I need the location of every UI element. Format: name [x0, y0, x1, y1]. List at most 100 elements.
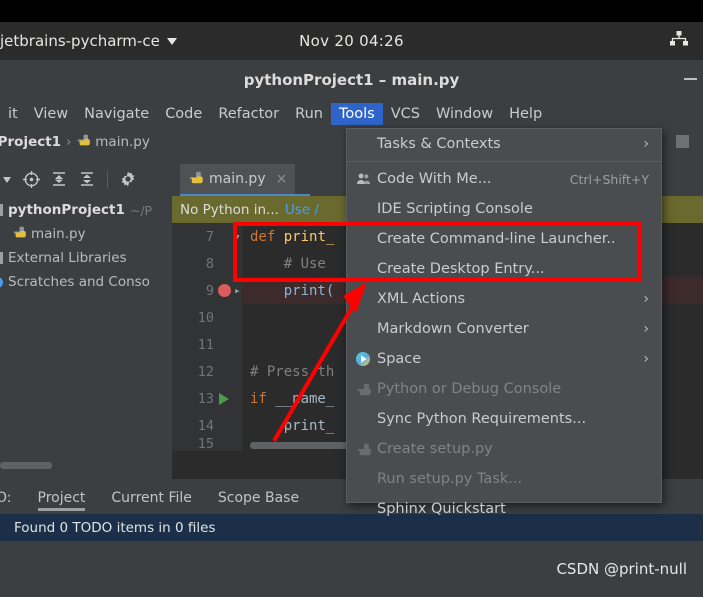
menu-item-label: Create setup.py: [377, 441, 493, 457]
menu-help[interactable]: Help: [501, 103, 550, 125]
screen-root: jetbrains-pycharm-ce Nov 20 04:26 python…: [0, 0, 703, 597]
menu-window[interactable]: Window: [428, 103, 501, 125]
project-tree[interactable]: pythonProject1 ~/P main.py External Libr…: [0, 196, 172, 479]
code-text: # Press th: [250, 363, 335, 380]
network-icon: [669, 30, 689, 52]
os-clock[interactable]: Nov 20 04:26: [0, 22, 703, 60]
menu-edit[interactable]: it: [0, 103, 26, 125]
menu-item-label: Run setup.py Task...: [377, 471, 523, 487]
tree-item-external-libraries[interactable]: External Libraries: [0, 246, 172, 270]
menu-window-label: Window: [435, 106, 494, 122]
toolbar-divider: [107, 170, 108, 188]
menu-item-label: Sphinx Quickstart: [377, 501, 506, 517]
menu-view[interactable]: View: [26, 103, 76, 125]
tab-main-py[interactable]: main.py ×: [180, 164, 296, 194]
tree-item-label: Scratches and Conso: [8, 274, 150, 290]
breadcrumb-project[interactable]: nProject1: [0, 134, 61, 150]
menu-item-sync-python-requirements[interactable]: Sync Python Requirements...: [347, 404, 661, 434]
tab-project[interactable]: Project: [37, 484, 86, 511]
settings-gear-icon[interactable]: [115, 166, 141, 192]
os-tray[interactable]: [669, 22, 689, 60]
tree-item-main-py[interactable]: main.py: [0, 222, 172, 246]
breakpoint-icon[interactable]: [218, 284, 231, 297]
menu-refactor-label: Refactor: [218, 106, 280, 122]
fold-marker-icon[interactable]: ▸: [234, 284, 241, 297]
menu-item-space[interactable]: Space ›: [347, 344, 661, 374]
menu-vcs[interactable]: VCS: [383, 103, 428, 125]
menu-item-sphinx-quickstart[interactable]: Sphinx Quickstart: [347, 494, 661, 524]
minimize-button[interactable]: [684, 78, 697, 80]
collapse-all-icon[interactable]: [74, 166, 100, 192]
menu-code[interactable]: Code: [157, 103, 210, 125]
menu-refactor[interactable]: Refactor: [210, 103, 287, 125]
menu-item-tasks-and-contexts[interactable]: Tasks & Contexts ›: [347, 129, 661, 159]
python-icon: [353, 382, 373, 397]
tab-project-label: Project: [37, 489, 86, 506]
line-number: 13: [197, 390, 214, 407]
run-gutter-icon[interactable]: [219, 393, 229, 405]
tab-current-file-label: Current File: [111, 489, 192, 506]
python-file-icon: [188, 170, 203, 189]
line-number: 15: [197, 437, 214, 451]
stop-button-icon[interactable]: [676, 135, 689, 148]
code-text: print_: [250, 417, 335, 434]
menu-vcs-label: VCS: [390, 106, 420, 122]
expand-all-icon[interactable]: [46, 166, 72, 192]
bottom-strip: CSDN @print-null: [0, 541, 703, 597]
project-toolbar: ..: [0, 162, 172, 196]
menu-tools[interactable]: Tools: [330, 103, 383, 125]
menu-item-xml-actions[interactable]: XML Actions ›: [347, 284, 661, 314]
todo-prefix-label: O:: [0, 489, 12, 506]
menu-run[interactable]: Run: [287, 103, 331, 125]
tab-scope-based-label: Scope Base: [217, 489, 300, 506]
window-title-bar: pythonProject1 – main.py: [0, 60, 703, 100]
tree-item-label: pythonProject1: [8, 202, 125, 218]
menu-item-markdown-converter[interactable]: Markdown Converter ›: [347, 314, 661, 344]
notification-link[interactable]: Use /: [285, 202, 319, 218]
chevron-right-icon: ›: [643, 136, 649, 152]
folder-icon: [0, 204, 3, 216]
menu-item-create-commandline-launcher[interactable]: Create Command-line Launcher..: [347, 224, 661, 254]
tab-scope-based[interactable]: Scope Base: [218, 484, 299, 511]
chevron-right-icon: ›: [643, 291, 649, 307]
menu-item-code-with-me[interactable]: Code With Me... Ctrl+Shift+Y: [347, 164, 661, 194]
menu-item-label: Markdown Converter: [377, 321, 529, 337]
fold-marker-icon[interactable]: ▾: [234, 230, 241, 243]
code-text: print(: [250, 282, 335, 299]
menu-run-label: Run: [295, 106, 323, 122]
tree-item-scratches[interactable]: Scratches and Conso: [0, 270, 172, 294]
tree-item-project-root[interactable]: pythonProject1 ~/P: [0, 198, 172, 222]
tools-dropdown-menu[interactable]: Tasks & Contexts › Code With Me... Ctrl+…: [346, 128, 662, 517]
watermark-label: CSDN @print-null: [556, 560, 687, 578]
tab-current-file[interactable]: Current File: [111, 484, 191, 511]
menu-item-label: Space: [377, 351, 422, 367]
close-icon[interactable]: ×: [276, 171, 288, 187]
scratches-icon: [0, 276, 3, 288]
locate-target-icon[interactable]: [18, 166, 44, 192]
line-number: 9: [205, 282, 214, 299]
menu-item-run-setup-py-task: Run setup.py Task...: [347, 464, 661, 494]
menu-item-ide-scripting-console[interactable]: IDE Scripting Console: [347, 194, 661, 224]
breadcrumb-separator: ›: [66, 134, 72, 150]
todo-result-label: Found 0 TODO items in 0 files: [14, 519, 216, 536]
project-tree-hscrollbar[interactable]: [0, 462, 52, 469]
menu-navigate[interactable]: Navigate: [76, 103, 157, 125]
menu-help-label: Help: [509, 106, 543, 122]
os-top-black-strip: [0, 0, 703, 22]
python-icon: [353, 442, 373, 457]
menu-item-create-desktop-entry[interactable]: Create Desktop Entry...: [347, 254, 661, 284]
chevron-right-icon: ›: [643, 351, 649, 367]
line-number: 10: [197, 309, 214, 326]
menu-item-label: Create Command-line Launcher..: [377, 231, 616, 247]
tree-item-label: External Libraries: [8, 250, 127, 266]
os-clock-label: Nov 20 04:26: [299, 32, 404, 50]
breadcrumb-file[interactable]: main.py: [95, 134, 150, 150]
chevron-down-icon[interactable]: ..: [0, 166, 16, 192]
menu-item-label: Python or Debug Console: [377, 381, 562, 397]
menu-item-label: XML Actions: [377, 291, 466, 307]
menu-item-accelerator: Ctrl+Shift+Y: [569, 171, 649, 187]
code-text: if __name_: [250, 390, 335, 407]
line-number: 11: [197, 336, 214, 353]
tree-item-path: ~/P: [129, 202, 153, 218]
notification-text: No Python in...: [180, 201, 279, 218]
